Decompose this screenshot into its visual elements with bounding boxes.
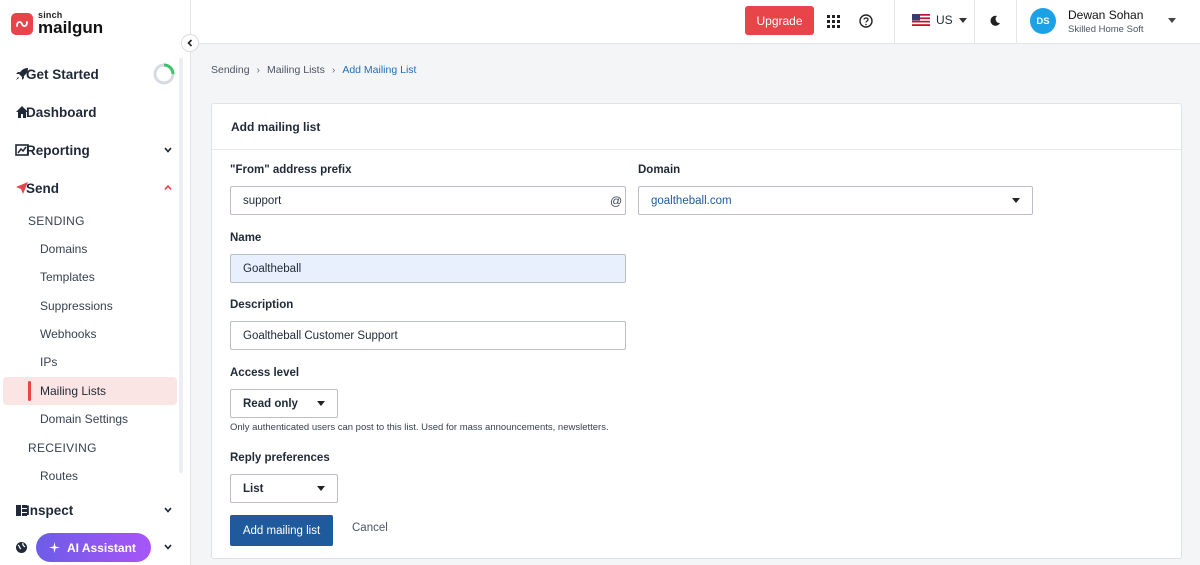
breadcrumb: Sending › Mailing Lists › Add Mailing Li… xyxy=(211,64,416,76)
nav-label: Inspect xyxy=(26,502,74,518)
user-org: Skilled Home Soft xyxy=(1068,24,1144,35)
sidebar-item-templates[interactable]: Templates xyxy=(3,263,177,291)
avatar[interactable]: DS xyxy=(1030,8,1056,34)
name-label: Name xyxy=(230,232,262,244)
description-input[interactable] xyxy=(230,321,626,350)
globe-icon xyxy=(14,540,29,555)
section-receiving: RECEIVING xyxy=(28,441,97,455)
sidebar-item-webhooks[interactable]: Webhooks xyxy=(3,320,177,348)
sidebar-item-domains[interactable]: Domains xyxy=(3,235,177,263)
reply-preferences-label: Reply preferences xyxy=(230,452,330,464)
sidebar-scrollbar[interactable] xyxy=(179,58,183,473)
reply-preferences-select[interactable]: List xyxy=(230,474,338,503)
breadcrumb-separator-icon: › xyxy=(331,64,336,76)
breadcrumb-mailing-lists[interactable]: Mailing Lists xyxy=(267,64,325,76)
chevron-down-icon xyxy=(164,147,172,153)
upgrade-button[interactable]: Upgrade xyxy=(745,6,814,35)
chevron-down-icon[interactable] xyxy=(163,542,173,552)
nav-send[interactable]: Send xyxy=(0,171,191,205)
user-name[interactable]: Dewan Sohan xyxy=(1068,8,1143,22)
mailgun-logo-icon xyxy=(11,12,33,35)
region-selector[interactable]: US xyxy=(912,13,967,27)
nav-label: Dashboard xyxy=(26,104,97,120)
reply-preferences-value: List xyxy=(243,482,264,495)
access-level-help-text: Only authenticated users can post to thi… xyxy=(230,422,609,433)
from-prefix-label: "From" address prefix xyxy=(230,164,352,176)
ai-assistant-label: AI Assistant xyxy=(67,540,136,555)
sidebar-item-ips[interactable]: IPs xyxy=(3,348,177,376)
access-level-label: Access level xyxy=(230,367,300,379)
from-prefix-input[interactable] xyxy=(230,186,626,215)
nav-dashboard[interactable]: Dashboard xyxy=(0,95,191,129)
help-icon[interactable] xyxy=(858,13,874,29)
chevron-left-icon xyxy=(187,39,193,47)
divider xyxy=(974,0,975,44)
us-flag-icon xyxy=(912,14,930,26)
nav-label: Get Started xyxy=(26,66,99,82)
top-bar: Upgrade US DS Dewan Sohan Skilled Home S… xyxy=(191,0,1200,44)
name-input[interactable] xyxy=(230,254,626,283)
caret-down-icon xyxy=(317,486,325,491)
sidebar-item-routes[interactable]: Routes xyxy=(3,462,177,490)
sparkle-icon xyxy=(49,542,60,553)
cancel-button[interactable]: Cancel xyxy=(352,522,388,534)
moon-icon[interactable] xyxy=(987,13,1003,29)
domain-label: Domain xyxy=(638,164,681,176)
section-sending: SENDING xyxy=(28,214,85,228)
caret-down-icon xyxy=(317,401,325,406)
sidebar-item-mailing-lists[interactable]: Mailing Lists xyxy=(3,377,177,405)
logo-mailgun-text: mailgun xyxy=(38,18,104,37)
domain-select-value: goaltheball.com xyxy=(651,194,732,207)
caret-down-icon xyxy=(1012,198,1020,203)
apps-grid-icon[interactable] xyxy=(825,13,841,29)
divider xyxy=(894,0,895,44)
ai-assistant-button[interactable]: AI Assistant xyxy=(36,533,151,562)
add-mailing-list-button[interactable]: Add mailing list xyxy=(230,515,333,546)
chevron-up-icon xyxy=(164,184,172,191)
card-title: Add mailing list xyxy=(212,104,1181,150)
get-started-progress-ring xyxy=(153,63,175,85)
nav-inspect[interactable]: Inspect xyxy=(0,493,191,527)
nav-label: Send xyxy=(26,180,60,196)
access-level-value: Read only xyxy=(243,397,298,410)
domain-select[interactable]: goaltheball.com xyxy=(638,186,1033,215)
access-level-select[interactable]: Read only xyxy=(230,389,338,418)
nav-label: Reporting xyxy=(26,142,90,158)
nav-globe[interactable] xyxy=(0,530,36,564)
mailgun-logo[interactable]: sinch mailgun xyxy=(11,11,103,36)
caret-down-icon[interactable] xyxy=(1168,18,1176,23)
region-label: US xyxy=(936,13,953,27)
breadcrumb-sending[interactable]: Sending xyxy=(211,64,250,76)
description-label: Description xyxy=(230,299,294,311)
divider xyxy=(1016,0,1017,44)
breadcrumb-add-mailing-list: Add Mailing List xyxy=(342,64,417,76)
caret-down-icon xyxy=(958,17,967,23)
nav-reporting[interactable]: Reporting xyxy=(0,133,191,167)
sidebar-item-suppressions[interactable]: Suppressions xyxy=(3,292,177,320)
breadcrumb-separator-icon: › xyxy=(256,64,261,76)
sidebar-item-domain-settings[interactable]: Domain Settings xyxy=(3,405,177,433)
collapse-sidebar-button[interactable] xyxy=(181,34,199,52)
at-symbol: @ xyxy=(610,194,623,208)
sidebar: sinch mailgun Get Started Dashboard Repo… xyxy=(0,0,199,565)
chevron-down-icon xyxy=(164,507,172,513)
